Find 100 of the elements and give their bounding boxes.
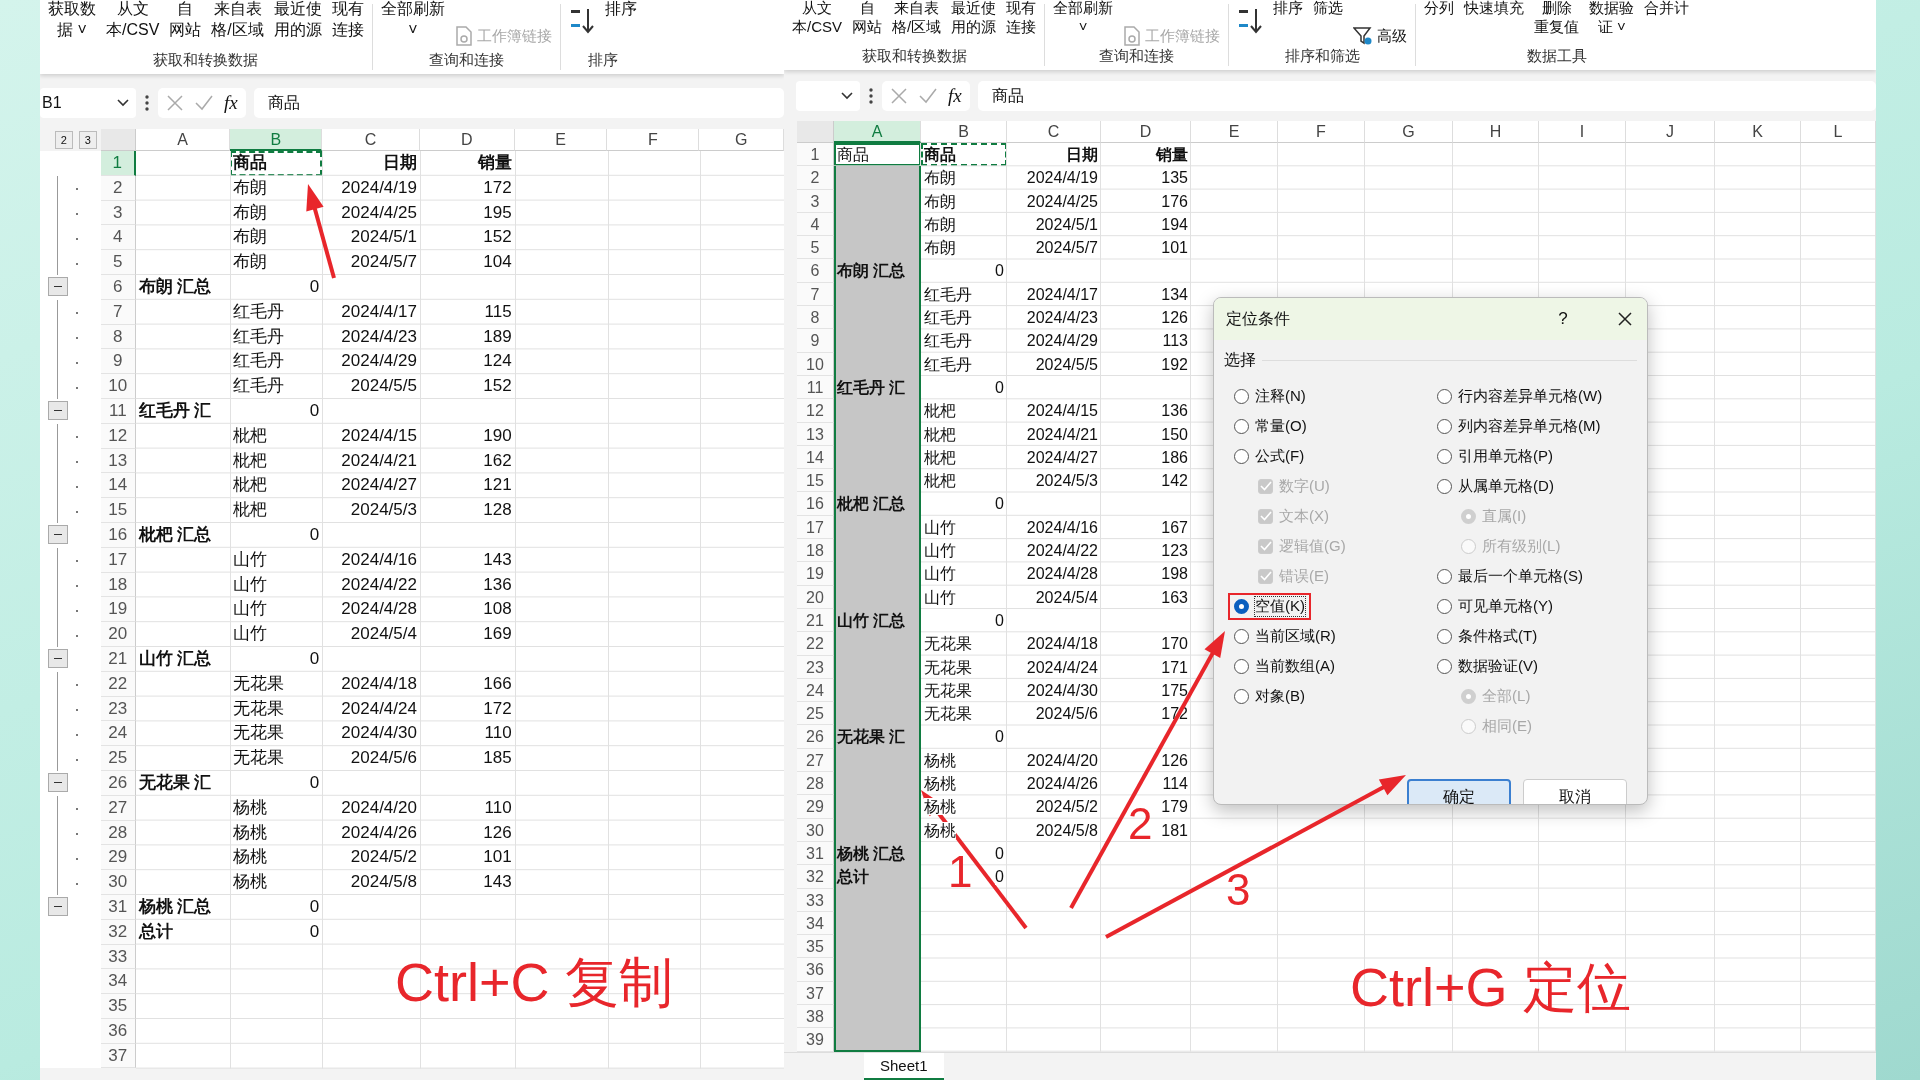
insert-function-button[interactable]: fx <box>948 85 962 107</box>
column-header[interactable]: C <box>322 129 420 151</box>
row-number[interactable]: 35 <box>797 935 834 959</box>
radio-button[interactable] <box>1437 568 1453 584</box>
column-header[interactable]: G <box>699 129 784 151</box>
column-header[interactable]: D <box>419 129 515 151</box>
radio-button[interactable] <box>1234 688 1249 704</box>
radio-button[interactable] <box>1437 388 1453 404</box>
advanced-filter-button[interactable]: 高级 <box>1353 26 1408 46</box>
row-number[interactable]: 37 <box>100 1043 136 1069</box>
row-number[interactable]: 20 <box>797 585 834 609</box>
column-header[interactable]: B <box>921 121 1007 143</box>
ribbon-button[interactable]: 数据验 证 ˅ <box>1589 0 1635 36</box>
row-number[interactable]: 7 <box>100 299 136 325</box>
insert-function-button[interactable]: fx <box>224 92 238 114</box>
formula-field[interactable]: 商品 <box>977 81 1876 111</box>
row-number[interactable]: 30 <box>100 870 136 895</box>
row-number[interactable]: 27 <box>797 748 834 772</box>
row-number[interactable]: 20 <box>100 622 136 647</box>
row-number[interactable]: 15 <box>100 498 136 523</box>
ribbon-button[interactable]: 现有 连接 <box>1006 0 1037 36</box>
row-number[interactable]: 19 <box>100 597 136 623</box>
row-number[interactable]: 33 <box>797 888 834 912</box>
row-number[interactable]: 29 <box>100 845 136 871</box>
row-number[interactable]: 36 <box>797 958 834 982</box>
row-number[interactable]: 36 <box>100 1018 136 1044</box>
row-number[interactable]: 17 <box>797 515 834 540</box>
row-number[interactable]: 15 <box>797 469 834 493</box>
name-box[interactable]: B1 <box>40 88 136 118</box>
radio-button[interactable] <box>1437 478 1453 494</box>
row-number[interactable]: 24 <box>100 721 136 747</box>
collapse-button[interactable] <box>48 400 68 420</box>
row-number[interactable]: 21 <box>100 646 136 672</box>
row-number[interactable]: 38 <box>797 1005 834 1029</box>
row-number[interactable]: 1 <box>100 151 136 176</box>
check-icon[interactable] <box>194 94 214 112</box>
ribbon-button[interactable]: 来自表 格/区域 <box>892 0 942 36</box>
row-number[interactable]: 8 <box>797 306 834 330</box>
row-number[interactable]: 24 <box>797 678 834 703</box>
row-number[interactable]: 31 <box>797 841 834 866</box>
row-number[interactable]: 25 <box>100 746 136 771</box>
row-number[interactable]: 4 <box>797 212 834 237</box>
ribbon-button[interactable]: 全部刷新 ˅ <box>380 0 445 40</box>
more-options-icon[interactable] <box>144 94 150 112</box>
column-header[interactable]: F <box>607 129 700 151</box>
row-number[interactable]: 19 <box>797 562 834 586</box>
row-number[interactable]: 29 <box>797 795 834 819</box>
row-number[interactable]: 10 <box>100 374 136 399</box>
ribbon-button[interactable]: 获取数 据 ˅ <box>48 0 96 40</box>
row-number[interactable]: 28 <box>797 772 834 796</box>
row-number[interactable]: 3 <box>797 189 834 213</box>
column-header[interactable]: K <box>1715 121 1801 143</box>
outline-level-button[interactable]: 3 <box>78 131 97 149</box>
ribbon-button[interactable]: 分列 <box>1424 0 1455 17</box>
help-button[interactable]: ? <box>1543 309 1583 329</box>
ribbon-button[interactable]: 来自表 格/区域 <box>211 0 264 40</box>
column-header[interactable]: A <box>834 121 921 143</box>
row-number[interactable]: 6 <box>100 275 136 300</box>
formula-field[interactable]: 商品 <box>253 88 784 118</box>
ribbon-button[interactable]: 筛选 <box>1313 0 1344 17</box>
cancel-icon[interactable] <box>166 94 184 112</box>
ribbon-button[interactable]: 排序 <box>1273 0 1304 17</box>
ribbon-button[interactable]: 从文 本/CSV <box>106 0 160 40</box>
radio-button[interactable] <box>1234 598 1249 614</box>
ribbon-button[interactable]: 从文 本/CSV <box>792 0 842 36</box>
row-number[interactable]: 12 <box>797 399 834 423</box>
column-header[interactable]: E <box>1191 121 1278 143</box>
row-number[interactable]: 39 <box>797 1028 834 1052</box>
column-header[interactable]: D <box>1101 121 1191 143</box>
row-number[interactable]: 16 <box>100 522 136 548</box>
column-header[interactable]: E <box>514 129 608 151</box>
column-header[interactable]: G <box>1365 121 1453 143</box>
row-number[interactable]: 13 <box>797 422 834 446</box>
row-number[interactable]: 7 <box>797 282 834 307</box>
row-number[interactable]: 32 <box>797 865 834 889</box>
cancel-button[interactable]: 取消 <box>1523 779 1627 804</box>
row-number[interactable]: 33 <box>100 944 136 970</box>
radio-button[interactable] <box>1437 628 1453 644</box>
row-number[interactable]: 6 <box>797 259 834 283</box>
row-number[interactable]: 28 <box>100 820 136 846</box>
column-header[interactable]: H <box>1453 121 1539 143</box>
row-number[interactable]: 14 <box>797 445 834 470</box>
row-number[interactable]: 2 <box>100 175 136 201</box>
ribbon-button[interactable]: 最近使 用的源 <box>273 0 322 40</box>
sheet-tab[interactable]: Sheet1 <box>864 1052 944 1080</box>
radio-button[interactable] <box>1437 598 1453 614</box>
row-number[interactable]: 26 <box>100 770 136 796</box>
row-number[interactable]: 30 <box>797 818 834 842</box>
column-header[interactable]: L <box>1801 121 1876 143</box>
row-number[interactable]: 23 <box>797 655 834 679</box>
column-header[interactable]: C <box>1007 121 1101 143</box>
row-number[interactable]: 9 <box>100 349 136 375</box>
ribbon-button[interactable]: 删除 重复值 <box>1534 0 1580 36</box>
row-number[interactable]: 18 <box>797 539 834 563</box>
row-number[interactable]: 14 <box>100 473 136 499</box>
row-number[interactable]: 22 <box>797 632 834 656</box>
column-header[interactable]: I <box>1539 121 1626 143</box>
row-number[interactable]: 9 <box>797 329 834 353</box>
ribbon-button[interactable]: 合并计 <box>1644 0 1690 17</box>
radio-button[interactable] <box>1234 448 1249 464</box>
